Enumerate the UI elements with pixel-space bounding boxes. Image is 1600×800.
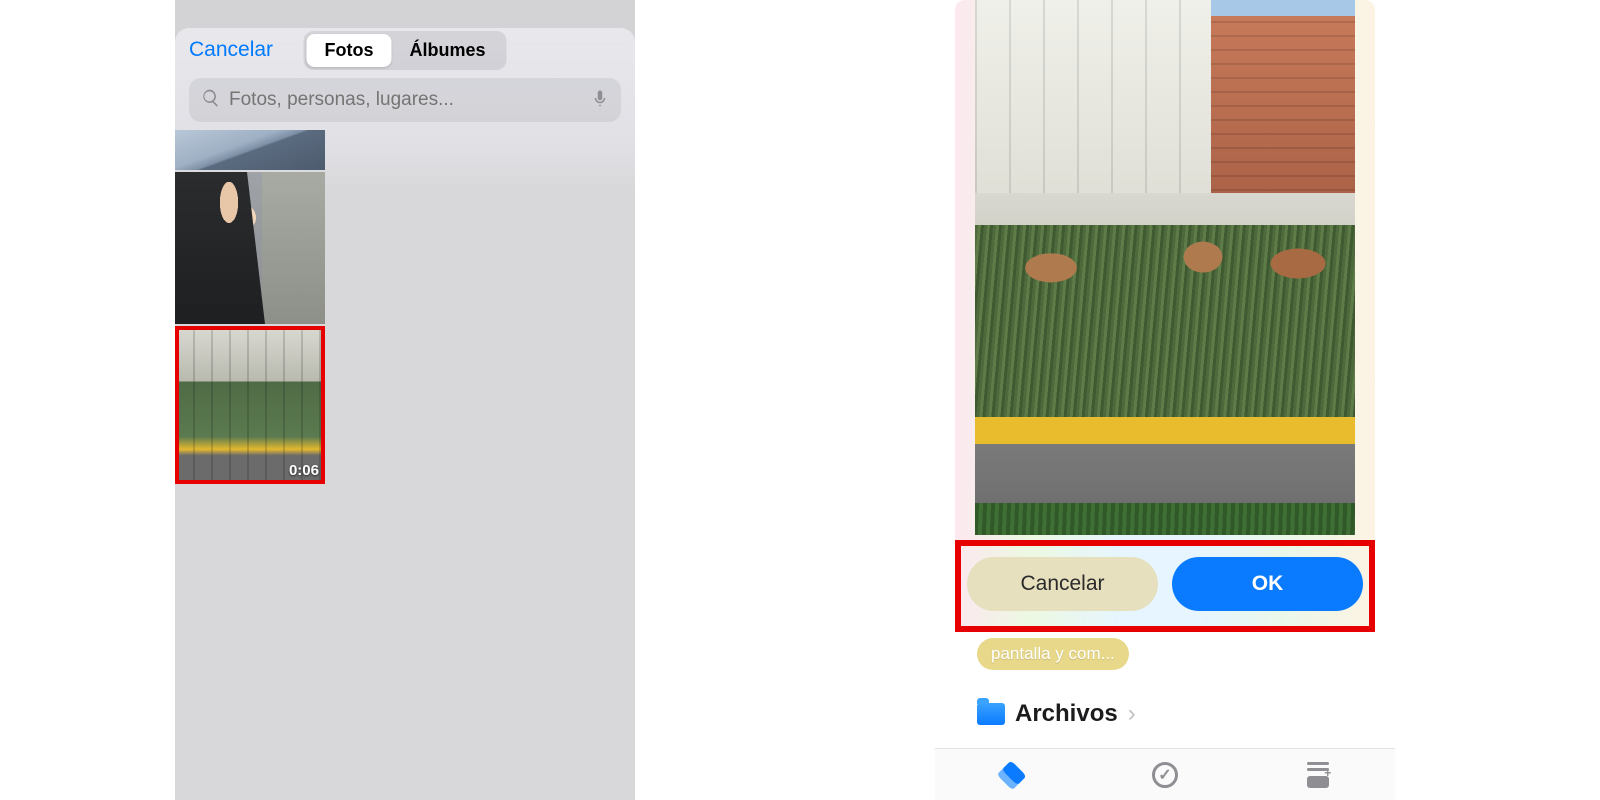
media-preview[interactable] [975,0,1355,535]
photo-thumbnail[interactable] [175,130,325,170]
checkmark-circle-icon[interactable]: ✓ [1148,758,1182,792]
preview-confirm-screen: Cancelar OK pantalla y com... Archivos ›… [935,0,1395,800]
ok-button[interactable]: OK [1172,557,1363,611]
add-panel-icon[interactable] [1301,758,1335,792]
truncated-caption-chip: pantalla y com... [977,638,1129,670]
files-row[interactable]: Archivos › [977,700,1136,728]
segmented-control: Fotos Álbumes [303,31,506,70]
picker-header: Cancelar Fotos Álbumes [175,28,635,68]
photo-picker-screen: Cancelar Fotos Álbumes [175,0,635,800]
chevron-right-icon: › [1128,700,1136,728]
tab-photos[interactable]: Fotos [306,34,391,67]
folder-icon [977,703,1005,725]
photo-grid: 0:06 [175,130,327,486]
cancel-button[interactable]: Cancelar [967,557,1158,611]
search-bar[interactable] [189,78,621,122]
bottom-toolbar: ✓ [935,748,1395,800]
picker-sheet: Cancelar Fotos Álbumes [175,28,635,800]
preview-image [975,0,1355,535]
cancel-button[interactable]: Cancelar [189,38,273,62]
video-duration-label: 0:06 [289,462,319,479]
layers-icon[interactable] [995,758,1029,792]
search-input[interactable] [229,89,583,111]
files-label: Archivos [1015,700,1118,728]
microphone-icon[interactable] [591,87,609,114]
photo-thumbnail[interactable] [175,172,325,324]
action-row: Cancelar OK [955,545,1375,623]
search-icon [201,88,221,113]
tab-albums[interactable]: Álbumes [391,34,503,67]
video-thumbnail-selected[interactable]: 0:06 [175,326,325,484]
